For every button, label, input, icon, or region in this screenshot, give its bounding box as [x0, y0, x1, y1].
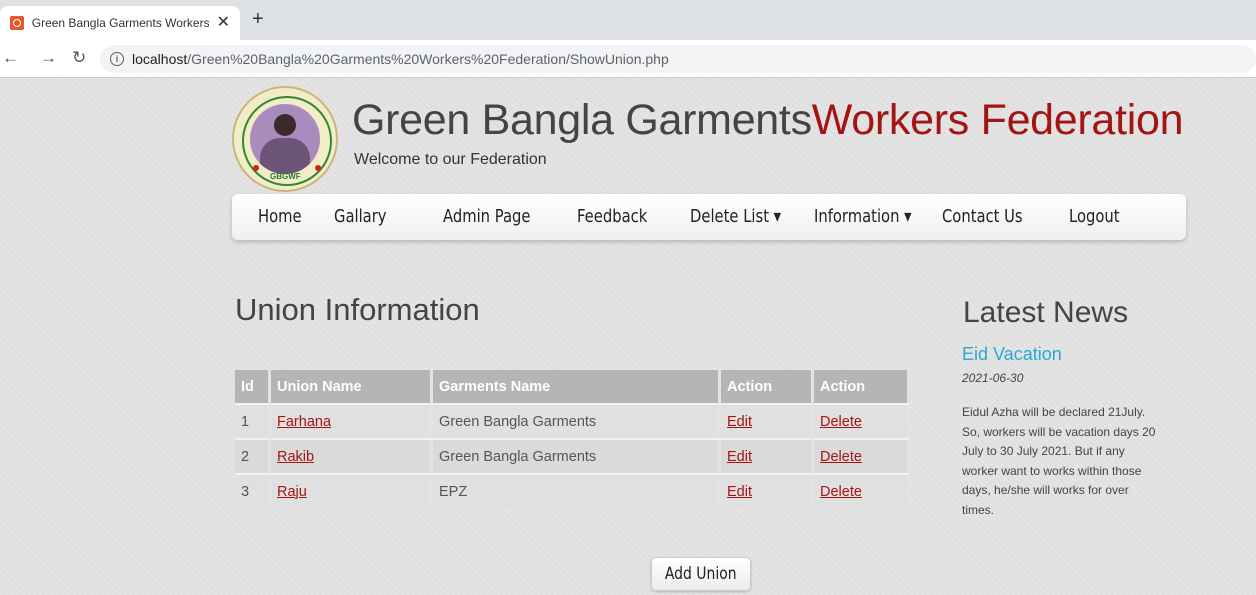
row-delete-cell: Delete — [814, 473, 910, 508]
nav-admin-page[interactable]: Admin Page — [443, 206, 530, 227]
nav-information[interactable]: Information ▾ — [814, 206, 912, 227]
row-garments: EPZ — [433, 473, 721, 508]
row-id: 1 — [235, 403, 271, 438]
back-icon[interactable]: ← — [2, 49, 19, 66]
row-id: 3 — [235, 473, 271, 508]
main-navbar: Home Gallary Admin Page Feedback Delete … — [232, 194, 1186, 240]
url-host: localhost — [132, 51, 188, 67]
edit-link[interactable]: Edit — [727, 449, 752, 465]
row-union-name: Raju — [271, 473, 433, 508]
browser-tab[interactable]: Green Bangla Garments Workers ✕ — [0, 6, 240, 40]
table-header-row: Id Union Name Garments Name Action Actio… — [235, 370, 910, 403]
address-bar: ← → ↻ i localhost/Green%20Bangla%20Garme… — [0, 40, 1256, 78]
nav-logout[interactable]: Logout — [1069, 206, 1120, 227]
delete-link[interactable]: Delete — [820, 449, 862, 465]
tab-title: Green Bangla Garments Workers — [31, 16, 209, 30]
delete-link[interactable]: Delete — [820, 484, 862, 500]
nav-feedback[interactable]: Feedback — [577, 206, 647, 227]
col-union-name: Union Name — [271, 370, 433, 403]
edit-link[interactable]: Edit — [727, 414, 752, 430]
col-garments-name: Garments Name — [433, 370, 721, 403]
nav-contact-us[interactable]: Contact Us — [942, 206, 1023, 227]
latest-news-title: Latest News — [963, 296, 1129, 329]
forward-icon[interactable]: → — [40, 49, 57, 66]
union-title: Union Information — [235, 292, 480, 327]
url-path: /Green%20Bangla%20Garments%20Workers%20F… — [187, 51, 669, 67]
logo-photo — [250, 104, 320, 174]
row-union-name: Rakib — [271, 438, 433, 473]
row-delete-cell: Delete — [814, 438, 910, 473]
site-title-part1: Green Bangla Garments — [352, 96, 812, 144]
news-headline[interactable]: Eid Vacation — [962, 344, 1062, 365]
row-union-name: Farhana — [271, 403, 433, 438]
news-body: Eidul Azha will be declared 21July. So, … — [962, 405, 1156, 517]
site-title-part2: Workers Federation — [811, 96, 1184, 144]
union-name-link[interactable]: Rakib — [277, 449, 314, 465]
row-delete-cell: Delete — [814, 403, 910, 438]
url-text: localhost/Green%20Bangla%20Garments%20Wo… — [132, 51, 669, 67]
col-id: Id — [235, 370, 271, 403]
news-date: 2021-06-30 — [962, 371, 1024, 385]
nav-home[interactable]: Home — [258, 206, 302, 227]
table-row: 2 Rakib Green Bangla Garments Edit Delet… — [235, 438, 910, 473]
nav-gallary[interactable]: Gallary — [334, 206, 387, 227]
union-name-link[interactable]: Farhana — [277, 414, 331, 430]
row-garments: Green Bangla Garments — [433, 438, 721, 473]
table-row: 3 Raju EPZ Edit Delete — [235, 473, 910, 508]
nav-delete-list[interactable]: Delete List ▾ — [690, 206, 781, 227]
favicon-icon — [10, 16, 24, 30]
row-edit-cell: Edit — [721, 473, 814, 508]
union-name-link[interactable]: Raju — [277, 484, 307, 500]
url-field[interactable]: i localhost/Green%20Bangla%20Garments%20… — [100, 45, 1256, 73]
info-icon[interactable]: i — [110, 52, 124, 66]
edit-link[interactable]: Edit — [727, 484, 752, 500]
close-tab-icon[interactable]: ✕ — [217, 15, 230, 31]
delete-link[interactable]: Delete — [820, 414, 862, 430]
site-subtitle: Welcome to our Federation — [354, 151, 547, 168]
reload-icon[interactable]: ↻ — [72, 49, 86, 66]
logo-abbreviation: GBGWF — [270, 172, 301, 181]
new-tab-icon[interactable]: + — [252, 9, 264, 29]
union-table: Id Union Name Garments Name Action Actio… — [235, 370, 910, 508]
row-id: 2 — [235, 438, 271, 473]
add-union-label: Add Union — [665, 564, 737, 584]
row-edit-cell: Edit — [721, 403, 814, 438]
federation-logo: GBGWF — [232, 86, 338, 192]
table-row: 1 Farhana Green Bangla Garments Edit Del… — [235, 403, 910, 438]
col-action-edit: Action — [721, 370, 814, 403]
col-action-delete: Action — [814, 370, 910, 403]
browser-tab-bar: Green Bangla Garments Workers ✕ + — [0, 0, 1256, 40]
row-edit-cell: Edit — [721, 438, 814, 473]
site-title: Green Bangla GarmentsWorkers Federation — [352, 96, 1183, 145]
add-union-button[interactable]: Add Union — [651, 557, 751, 591]
page-body: GBGWF Green Bangla GarmentsWorkers Feder… — [0, 78, 1256, 595]
row-garments: Green Bangla Garments — [433, 403, 721, 438]
